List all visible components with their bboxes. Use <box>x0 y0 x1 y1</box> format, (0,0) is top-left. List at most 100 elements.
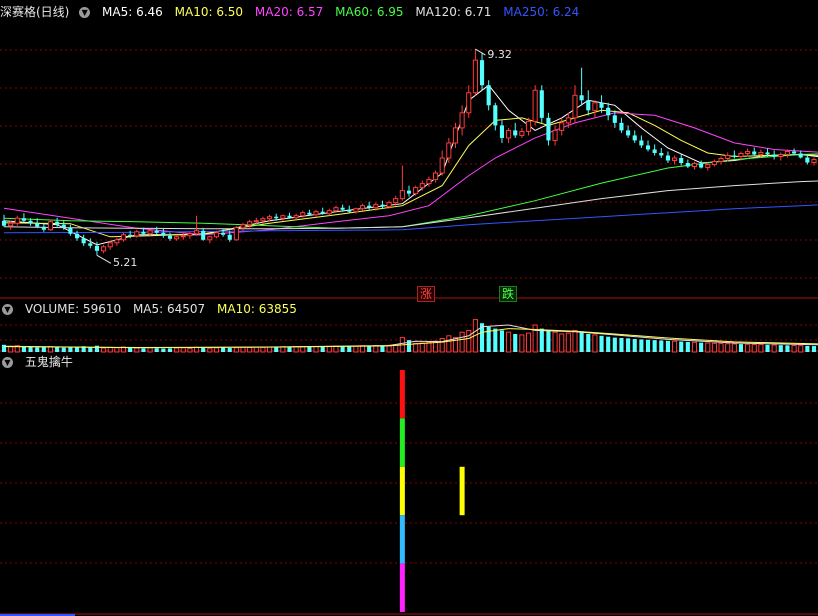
candle-body <box>745 150 751 154</box>
volume-bar <box>592 334 598 353</box>
candle-body <box>572 94 578 119</box>
volume-bar <box>546 330 551 352</box>
candle-body <box>174 236 180 240</box>
volume-bar <box>499 330 505 352</box>
candle-body <box>805 157 810 163</box>
candle-body <box>758 151 764 155</box>
candle-body <box>94 245 100 251</box>
candle-body <box>353 208 359 213</box>
volume-panel-collapse-icon[interactable]: ▼ <box>2 304 13 315</box>
volume-bar <box>260 346 266 353</box>
candle-body <box>519 130 525 136</box>
candle-body <box>499 125 505 138</box>
volume-bar <box>446 335 452 353</box>
volume-bar <box>599 335 604 352</box>
volume-bar <box>632 339 637 352</box>
volume-bar <box>459 331 465 353</box>
high-price-label: 9.32 <box>487 48 512 62</box>
volume-bar <box>606 336 611 352</box>
volume-bar <box>579 331 584 352</box>
candle-body <box>101 246 107 252</box>
candle-body <box>134 231 140 237</box>
low-price-label: 5.21 <box>112 256 138 270</box>
candle-body <box>386 202 392 208</box>
volume-bar <box>233 347 239 353</box>
candle-body <box>128 234 133 236</box>
signal-bar-segment <box>399 418 405 467</box>
candle-body <box>493 105 498 126</box>
candle-body <box>313 211 319 216</box>
volume-bar <box>525 332 532 353</box>
volume-value: VOLUME: 59610 <box>24 302 122 316</box>
volume-bar <box>718 343 724 353</box>
candle-body <box>432 172 439 181</box>
volume-bar <box>685 341 690 352</box>
candle-body <box>738 152 744 157</box>
candle-body <box>439 157 445 174</box>
candle-body <box>326 210 332 215</box>
volume-bar <box>147 347 153 353</box>
candle-body <box>691 163 698 168</box>
candle-body <box>711 161 717 166</box>
candle-body <box>280 215 286 219</box>
candle-body <box>679 158 684 164</box>
candle-body <box>612 115 617 123</box>
candle-body <box>592 102 598 111</box>
volume-bar <box>486 326 491 352</box>
candle-body <box>619 122 624 131</box>
stock-title: 深赛格(日线) <box>0 5 70 19</box>
volume-bar <box>128 347 133 352</box>
volume-bar <box>758 344 764 353</box>
candle-body <box>426 179 432 185</box>
volume-bar <box>154 348 159 352</box>
volume-bar <box>559 333 565 353</box>
candle-body <box>452 127 459 144</box>
candle-body <box>41 226 46 230</box>
candle-body <box>221 232 226 235</box>
volume-bar <box>612 337 617 352</box>
candle-body <box>565 117 571 124</box>
candle-body <box>287 215 292 218</box>
volume-bar <box>672 340 678 353</box>
candle-body <box>784 150 791 155</box>
candle-body <box>247 221 253 226</box>
candle-body <box>347 209 352 212</box>
volume-bar <box>300 346 306 353</box>
volume-bar <box>167 348 173 352</box>
candle-body <box>227 234 232 240</box>
volume-bar <box>380 345 385 352</box>
candle-body <box>333 207 339 212</box>
volume-bar <box>679 341 684 352</box>
price-panel-collapse-icon[interactable]: ▼ <box>79 7 91 18</box>
candle-body <box>406 190 412 194</box>
volume-bar <box>639 339 644 352</box>
candle-body <box>300 212 306 217</box>
candle-body <box>685 163 690 167</box>
candle-body <box>380 204 385 207</box>
volume-bar <box>519 334 525 353</box>
volume-bar <box>326 345 332 353</box>
indicator-panel-collapse-icon[interactable]: ▼ <box>2 357 13 368</box>
fall-tag: 跌 <box>499 286 518 302</box>
price-ma10-line <box>3 109 818 238</box>
volume-bar <box>691 341 698 353</box>
candle-body <box>340 207 345 210</box>
candle-body <box>579 95 584 101</box>
candle-body <box>293 215 299 219</box>
candle-body <box>193 230 200 235</box>
volume-bar <box>287 346 292 352</box>
volume-bar <box>626 338 631 352</box>
volume-bar <box>751 343 757 353</box>
candle-body <box>1 220 7 226</box>
candle-body <box>373 204 379 209</box>
candle-body <box>559 122 565 131</box>
volume-bar <box>28 346 33 352</box>
candle-body <box>399 190 405 200</box>
volume-bar <box>253 346 259 353</box>
volume-ma5-value: MA5: 64507 <box>132 302 206 316</box>
volume-bar <box>586 334 591 352</box>
candle-body <box>320 211 325 214</box>
candle-body <box>107 242 113 248</box>
candle-body <box>645 145 651 150</box>
volume-bar <box>134 347 140 353</box>
